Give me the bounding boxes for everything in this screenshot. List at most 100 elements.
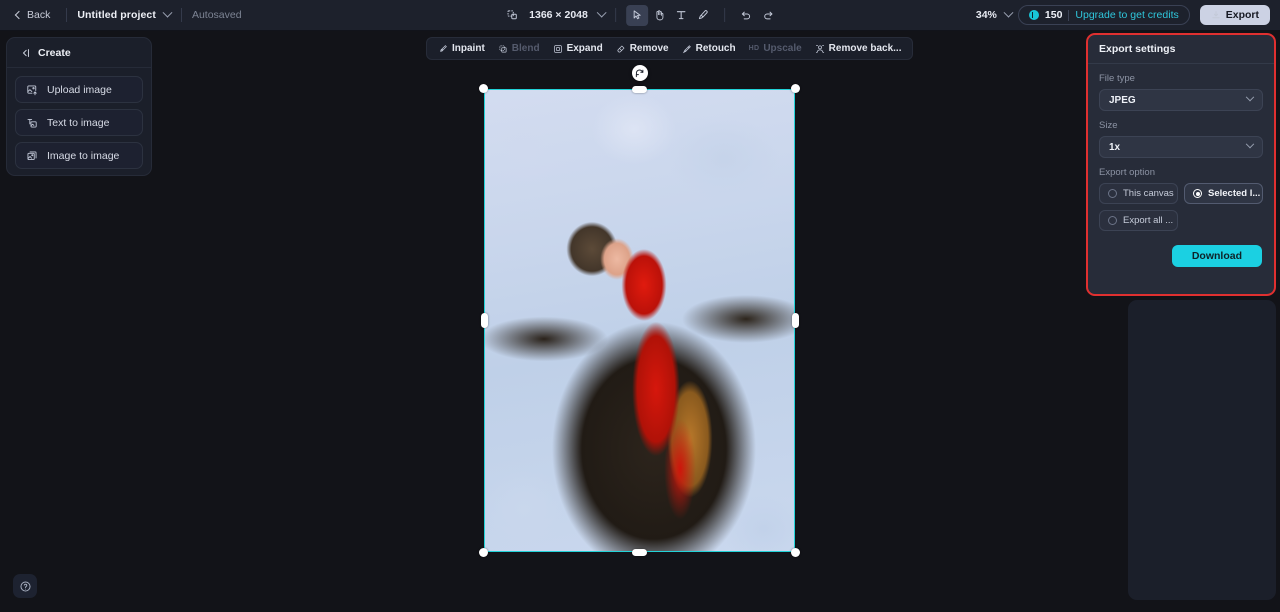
text-to-image-icon	[27, 118, 37, 128]
export-option-selected-layer-label: Selected l...	[1208, 188, 1261, 199]
inpaint-label: Inpaint	[452, 43, 485, 54]
remove-background-icon	[815, 44, 824, 53]
undo-button[interactable]	[735, 5, 757, 26]
credits-count: 150	[1044, 9, 1063, 21]
download-button[interactable]: Download	[1171, 245, 1262, 267]
retouch-icon	[682, 44, 691, 53]
create-panel: Create Upload image Text to image Image …	[6, 37, 152, 176]
inpaint-icon	[440, 44, 447, 52]
select-tool[interactable]	[625, 4, 648, 26]
top-bar-left: Back Untitled project Autosaved	[0, 6, 242, 24]
export-option-group: This canvas Selected l... Export all ...	[1099, 183, 1263, 231]
redo-button[interactable]	[757, 5, 779, 26]
divider	[614, 8, 616, 22]
resize-handle-top-left[interactable]	[479, 84, 488, 93]
selected-layer[interactable]	[479, 65, 800, 557]
autosaved-status: Autosaved	[191, 9, 242, 21]
upload-image-label: Upload image	[47, 83, 112, 96]
upload-image-button[interactable]: Upload image	[15, 76, 143, 103]
collapse-panel-icon[interactable]	[19, 47, 31, 59]
export-settings-body: File type JPEG Size 1x Export option Thi…	[1088, 64, 1274, 267]
export-option-label: Export option	[1099, 167, 1155, 178]
download-row: Download	[1099, 245, 1263, 267]
blend-icon	[499, 45, 507, 52]
resize-handle-top[interactable]	[632, 85, 647, 93]
create-panel-title: Create	[38, 46, 71, 59]
image-to-image-button[interactable]: Image to image	[15, 142, 143, 169]
inpaint-button[interactable]: Inpaint	[432, 40, 491, 57]
export-option-export-all-label: Export all ...	[1123, 215, 1174, 226]
text-to-image-label: Text to image	[47, 116, 110, 129]
chevron-down-icon	[1245, 139, 1255, 149]
brush-tool[interactable]	[692, 5, 714, 26]
expand-button[interactable]: Expand	[547, 40, 609, 57]
right-layers-panel[interactable]	[1128, 300, 1276, 600]
resize-handle-top-right[interactable]	[791, 84, 800, 93]
file-type-select[interactable]: JPEG	[1099, 89, 1263, 111]
export-option-this-canvas[interactable]: This canvas	[1099, 183, 1178, 204]
top-bar-tools: 1366 × 2048	[501, 4, 779, 26]
create-panel-header[interactable]: Create	[7, 38, 151, 68]
divider	[66, 8, 68, 22]
export-settings-panel: Export settings File type JPEG Size 1x E…	[1086, 33, 1276, 296]
image-actions-toolbar: Inpaint Blend Expand Remove Retouch HD U…	[426, 37, 914, 60]
expand-label: Expand	[566, 43, 603, 54]
dimensions-chevron-down-icon[interactable]	[596, 7, 607, 18]
text-to-image-button[interactable]: Text to image	[15, 109, 143, 136]
back-button-label: Back	[27, 9, 51, 21]
resize-handle-right[interactable]	[791, 313, 799, 328]
retouch-button[interactable]: Retouch	[676, 40, 742, 57]
radio-icon	[1108, 216, 1117, 225]
retouch-label: Retouch	[695, 43, 736, 54]
top-bar-right: 34% 150 Upgrade to get credits Export	[976, 5, 1280, 25]
resize-handle-bottom-right[interactable]	[791, 548, 800, 557]
hand-tool[interactable]	[648, 5, 670, 26]
canvas-photo-woman-in-snow[interactable]	[484, 89, 795, 552]
create-panel-items: Upload image Text to image Image to imag…	[7, 68, 151, 169]
image-to-image-icon	[27, 151, 37, 160]
blend-button[interactable]: Blend	[492, 40, 546, 57]
blend-label: Blend	[511, 43, 540, 54]
resize-canvas-icon[interactable]	[501, 5, 523, 26]
project-name[interactable]: Untitled project	[77, 9, 156, 21]
resize-handle-bottom[interactable]	[632, 548, 647, 556]
export-button-label: Export	[1225, 9, 1259, 21]
chevron-down-icon	[1245, 92, 1255, 102]
remove-icon	[617, 45, 625, 52]
upscale-button[interactable]: HD Upscale	[743, 40, 808, 57]
canvas-dimensions[interactable]: 1366 × 2048	[529, 9, 588, 21]
export-option-selected-layer[interactable]: Selected l...	[1184, 183, 1263, 204]
top-bar: Back Untitled project Autosaved 1366 × 2…	[0, 0, 1280, 31]
help-icon	[19, 580, 31, 592]
rotate-handle-icon[interactable]	[631, 65, 648, 81]
remove-background-label: Remove back...	[828, 43, 902, 54]
file-type-label: File type	[1099, 73, 1135, 84]
divider	[723, 8, 725, 22]
hd-badge: HD	[748, 45, 760, 52]
remove-button[interactable]: Remove	[610, 40, 675, 57]
chevron-down-icon[interactable]	[162, 7, 173, 18]
export-option-export-all[interactable]: Export all ...	[1099, 210, 1178, 231]
upload-image-icon	[27, 85, 37, 95]
export-button[interactable]: Export	[1199, 5, 1270, 25]
export-settings-title: Export settings	[1099, 43, 1176, 55]
upgrade-link[interactable]: Upgrade to get credits	[1075, 9, 1178, 21]
divider	[1068, 9, 1070, 21]
size-select[interactable]: 1x	[1099, 136, 1263, 158]
expand-icon	[553, 44, 562, 53]
remove-label: Remove	[629, 43, 669, 54]
file-type-value: JPEG	[1109, 94, 1136, 106]
resize-handle-bottom-left[interactable]	[479, 548, 488, 557]
back-button[interactable]: Back	[10, 6, 56, 24]
size-label: Size	[1099, 120, 1118, 131]
help-button[interactable]	[13, 574, 37, 598]
remove-background-button[interactable]: Remove back...	[809, 40, 908, 57]
divider	[180, 8, 182, 22]
zoom-chevron-down-icon[interactable]	[1003, 7, 1014, 18]
radio-selected-icon	[1193, 189, 1202, 198]
text-tool[interactable]	[670, 5, 692, 26]
export-settings-header: Export settings	[1088, 35, 1274, 64]
zoom-level[interactable]: 34%	[976, 9, 997, 21]
credits-pill[interactable]: 150 Upgrade to get credits	[1017, 5, 1190, 25]
resize-handle-left[interactable]	[480, 313, 488, 328]
